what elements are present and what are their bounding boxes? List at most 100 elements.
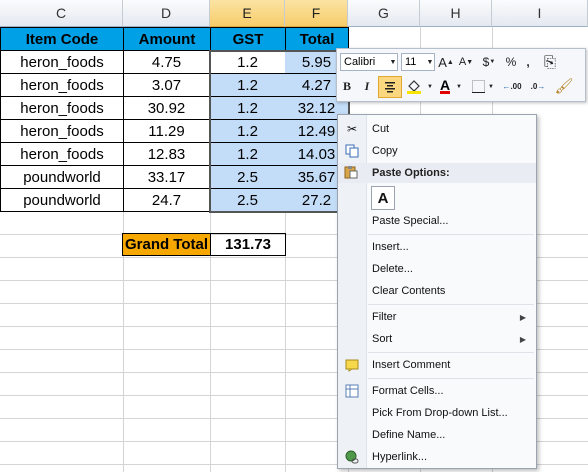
cell-gst[interactable]: 2.5: [210, 166, 286, 189]
menu-item-label: Insert Comment: [372, 359, 451, 371]
percent-button[interactable]: %: [503, 53, 519, 71]
menu-item-label: Copy: [372, 145, 398, 157]
format-painter-icon[interactable]: ⎘: [539, 53, 561, 71]
paste-option-values[interactable]: A: [338, 185, 536, 211]
paintbrush-icon[interactable]: 🖌: [553, 77, 575, 95]
menu-item-label: Clear Contents: [372, 285, 446, 297]
column-header-label: C: [55, 5, 67, 21]
percent-label: %: [505, 55, 517, 69]
bold-button[interactable]: B: [340, 77, 354, 95]
cell-gst[interactable]: 1.2: [210, 143, 286, 166]
format-cells-icon: [344, 383, 360, 399]
column-header-label: F: [311, 5, 321, 21]
header-amount[interactable]: Amount: [123, 27, 211, 51]
column-header-g[interactable]: G: [348, 0, 420, 27]
grow-font-button[interactable]: A ▲: [438, 53, 454, 71]
borders-icon: [471, 79, 485, 93]
column-header-i[interactable]: I: [492, 0, 588, 27]
menu-item-hyperlink[interactable]: Hyperlink...: [338, 446, 536, 468]
font-size-value: 11: [405, 56, 417, 68]
menu-item-format-cells[interactable]: Format Cells...: [338, 380, 536, 402]
increase-decimal-button[interactable]: ← .00: [501, 77, 523, 95]
copy-icon: [344, 143, 360, 159]
comma-button[interactable]: ,: [521, 53, 535, 71]
cell-item-code[interactable]: poundworld: [0, 166, 124, 189]
chevron-right-icon: ▶: [519, 334, 526, 344]
chevron-down-icon[interactable]: ▼: [487, 81, 495, 93]
cell-item-code[interactable]: heron_foods: [0, 120, 124, 143]
menu-item-label: Hyperlink...: [372, 451, 428, 463]
menu-item-insert[interactable]: Insert...: [338, 236, 536, 258]
decrease-decimal-label: .0: [530, 81, 538, 91]
menu-item-delete[interactable]: Delete...: [338, 258, 536, 280]
column-header-e[interactable]: E: [210, 0, 285, 27]
paint-bucket-icon: [407, 80, 421, 94]
menu-separator: [368, 234, 534, 235]
cell-gst[interactable]: 2.5: [210, 189, 286, 212]
shrink-font-button[interactable]: A ▼: [458, 53, 474, 71]
column-header-d[interactable]: D: [123, 0, 210, 27]
grand-total-value[interactable]: 131.73: [210, 233, 286, 256]
cell-amount[interactable]: 24.7: [123, 189, 211, 212]
cell-amount[interactable]: 12.83: [123, 143, 211, 166]
column-header-f[interactable]: F: [285, 0, 348, 27]
italic-label: I: [364, 78, 370, 93]
menu-item-cut[interactable]: ✂ Cut: [338, 118, 536, 140]
cell-amount[interactable]: 11.29: [123, 120, 211, 143]
cell-item-code[interactable]: poundworld: [0, 189, 124, 212]
currency-button[interactable]: $ ▼: [478, 53, 500, 71]
fill-color-button[interactable]: [404, 77, 426, 95]
header-item-code[interactable]: Item Code: [0, 27, 124, 51]
context-menu: ✂ Cut Copy Paste Options: A Paste Specia…: [337, 114, 537, 469]
menu-item-clear-contents[interactable]: Clear Contents: [338, 280, 536, 302]
cell-amount[interactable]: 4.75: [123, 51, 211, 74]
font-color-button[interactable]: A: [436, 77, 454, 95]
menu-item-paste-special[interactable]: Paste Special...: [338, 210, 536, 232]
menu-separator: [368, 352, 534, 353]
menu-item-insert-comment[interactable]: Insert Comment: [338, 354, 536, 376]
bold-label: B: [342, 78, 351, 93]
menu-item-pick-from-list[interactable]: Pick From Drop-down List...: [338, 402, 536, 424]
column-header-label: H: [450, 5, 461, 21]
chevron-down-icon[interactable]: ▼: [455, 81, 463, 93]
cell-amount[interactable]: 3.07: [123, 74, 211, 97]
header-label: Item Code: [25, 30, 99, 48]
cell-item-code[interactable]: heron_foods: [0, 97, 124, 120]
grow-font-label: A: [438, 54, 447, 70]
chevron-right-icon: ▶: [519, 312, 526, 322]
grand-total-label[interactable]: Grand Total: [122, 233, 211, 256]
menu-item-sort[interactable]: Sort ▶: [338, 328, 536, 350]
cell-item-code[interactable]: heron_foods: [0, 74, 124, 97]
paste-options-label: Paste Options:: [372, 167, 450, 179]
paste-options-header: Paste Options:: [338, 163, 536, 183]
menu-item-label: Define Name...: [372, 429, 446, 441]
column-header-label: I: [537, 5, 542, 21]
increase-decimal-label: .00: [510, 81, 522, 91]
column-header-c[interactable]: C: [0, 0, 123, 27]
column-header-h[interactable]: H: [420, 0, 492, 27]
menu-separator: [368, 378, 534, 379]
center-align-button[interactable]: [378, 76, 402, 98]
cell-item-code[interactable]: heron_foods: [0, 143, 124, 166]
borders-button[interactable]: [469, 77, 487, 95]
comma-label: ,: [526, 55, 530, 69]
menu-separator: [368, 304, 534, 305]
menu-item-copy[interactable]: Copy: [338, 140, 536, 162]
chevron-down-icon[interactable]: ▼: [426, 57, 434, 67]
italic-button[interactable]: I: [360, 77, 374, 95]
menu-item-define-name[interactable]: Define Name...: [338, 424, 536, 446]
menu-item-label: Paste Special...: [372, 215, 449, 227]
cell-amount[interactable]: 30.92: [123, 97, 211, 120]
cell-gst[interactable]: 1.2: [210, 120, 286, 143]
chevron-down-icon[interactable]: ▼: [426, 81, 434, 93]
column-header-label: G: [378, 5, 389, 21]
cell-gst[interactable]: 1.2: [210, 97, 286, 120]
menu-item-filter[interactable]: Filter ▶: [338, 306, 536, 328]
cell-amount[interactable]: 33.17: [123, 166, 211, 189]
cell-item-code[interactable]: heron_foods: [0, 51, 124, 74]
header-gst[interactable]: GST: [210, 27, 286, 51]
chevron-down-icon[interactable]: ▼: [389, 57, 397, 67]
cell-gst[interactable]: 1.2: [210, 51, 286, 74]
cell-gst[interactable]: 1.2: [210, 74, 286, 97]
decrease-decimal-button[interactable]: .0 →: [527, 77, 549, 95]
